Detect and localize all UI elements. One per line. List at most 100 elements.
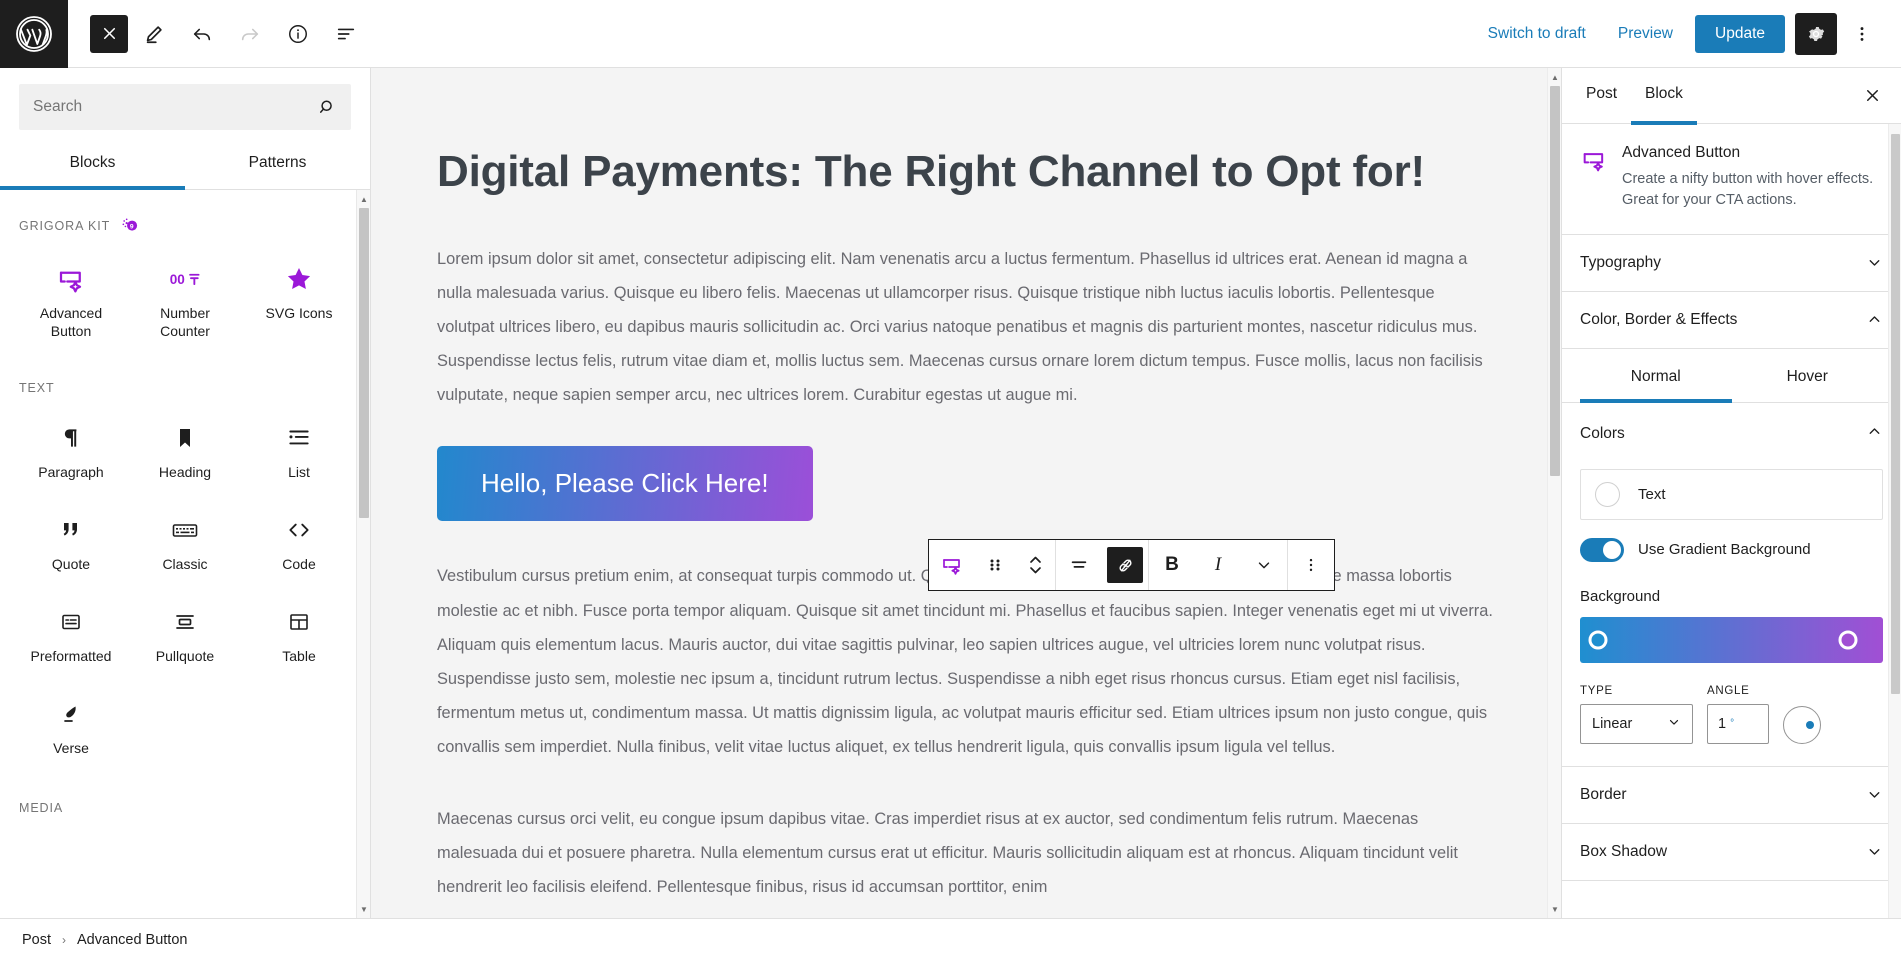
- angle-caption: ANGLE: [1707, 684, 1750, 697]
- close-icon[interactable]: [1853, 77, 1891, 115]
- breadcrumb: Post › Advanced Button: [0, 918, 1901, 960]
- block-label: Paragraph: [38, 463, 104, 480]
- paragraph-block-3[interactable]: Maecenas cursus orci velit, eu congue ip…: [437, 802, 1495, 904]
- scroll-up-arrow-icon[interactable]: ▲: [1548, 70, 1561, 84]
- gradient-stop-start[interactable]: [1588, 630, 1608, 650]
- toolbar-group-options: [1287, 540, 1334, 590]
- search-area: [0, 68, 370, 140]
- link-icon[interactable]: [1107, 547, 1143, 583]
- preview-button[interactable]: Preview: [1604, 17, 1687, 51]
- panel-color-border-effects[interactable]: Color, Border & Effects: [1562, 292, 1901, 349]
- close-inserter-button[interactable]: [90, 14, 128, 53]
- code-brackets-icon: [286, 513, 312, 547]
- sidebar-scroll-thumb[interactable]: [1891, 134, 1900, 694]
- category-header-text: TEXT: [0, 355, 370, 407]
- angle-dial-control[interactable]: [1783, 705, 1821, 744]
- tab-block[interactable]: Block: [1631, 68, 1697, 125]
- chevron-down-icon[interactable]: [1241, 540, 1287, 590]
- search-input[interactable]: [19, 98, 317, 116]
- tab-hover[interactable]: Hover: [1732, 355, 1884, 403]
- breadcrumb-post[interactable]: Post: [22, 932, 51, 948]
- kebab-menu-icon[interactable]: [1841, 13, 1883, 55]
- page-title[interactable]: Digital Payments: The Right Channel to O…: [437, 68, 1495, 204]
- cta-button[interactable]: Hello, Please Click Here!: [437, 446, 813, 522]
- gear-icon[interactable]: [1795, 12, 1837, 55]
- list-icon: [286, 421, 312, 455]
- panel-box-shadow[interactable]: Box Shadow: [1562, 824, 1901, 881]
- block-item-quote[interactable]: Quote: [14, 499, 128, 591]
- toggle-knob: [1603, 540, 1621, 559]
- move-up-down-icon[interactable]: [1015, 540, 1055, 590]
- tab-normal[interactable]: Normal: [1580, 355, 1732, 403]
- sidebar-scrollbar[interactable]: [1888, 124, 1901, 918]
- preformatted-icon: [59, 605, 83, 639]
- use-gradient-background-toggle[interactable]: [1580, 537, 1624, 562]
- block-item-pullquote[interactable]: Pullquote: [128, 591, 242, 683]
- kebab-menu-icon[interactable]: [1288, 540, 1334, 590]
- block-item-list[interactable]: List: [242, 407, 356, 499]
- angle-dial-handle[interactable]: [1806, 720, 1814, 729]
- italic-button[interactable]: I: [1195, 540, 1241, 590]
- scroll-down-arrow-icon[interactable]: ▼: [1548, 902, 1561, 916]
- update-button[interactable]: Update: [1695, 14, 1785, 53]
- block-item-number-counter[interactable]: 00 Number Counter: [128, 248, 242, 355]
- canvas-scrollbar[interactable]: ▲ ▼: [1547, 68, 1561, 918]
- category-label: TEXT: [19, 380, 55, 395]
- type-caption: TYPE: [1580, 684, 1613, 697]
- inserter-scroll-thumb[interactable]: [359, 208, 369, 518]
- search-box[interactable]: [19, 84, 351, 130]
- toolbar-group-align: [1055, 540, 1148, 590]
- block-inserter-panel: Blocks Patterns GRIGORA KIT 9: [0, 68, 371, 918]
- block-item-advanced-button[interactable]: Advanced Button: [14, 248, 128, 355]
- info-circle-icon[interactable]: [276, 12, 320, 56]
- bold-button[interactable]: B: [1149, 540, 1195, 590]
- undo-arrow-icon[interactable]: [180, 12, 224, 56]
- category-header-media: MEDIA: [0, 775, 370, 827]
- tools-pencil-icon[interactable]: [132, 12, 176, 56]
- tab-patterns[interactable]: Patterns: [185, 140, 370, 190]
- list-view-icon[interactable]: [324, 12, 368, 56]
- color-swatch-icon: [1595, 481, 1620, 507]
- drag-handle-icon[interactable]: [975, 540, 1015, 590]
- block-label: SVG Icons: [265, 305, 333, 321]
- block-label: Code: [282, 555, 316, 572]
- block-item-verse[interactable]: Verse: [14, 683, 128, 775]
- canvas-content: Digital Payments: The Right Channel to O…: [371, 68, 1561, 918]
- scroll-up-arrow-icon[interactable]: ▲: [357, 192, 370, 206]
- paragraph-block-1[interactable]: Lorem ipsum dolor sit amet, consectetur …: [437, 242, 1495, 413]
- block-item-code[interactable]: Code: [242, 499, 356, 591]
- align-icon[interactable]: [1056, 540, 1102, 590]
- redo-arrow-icon[interactable]: [228, 12, 272, 56]
- block-item-preformatted[interactable]: Preformatted: [14, 591, 128, 683]
- block-item-classic[interactable]: Classic: [128, 499, 242, 591]
- gradient-angle-input[interactable]: 1 °: [1707, 703, 1769, 744]
- block-item-svg-icons[interactable]: SVG Icons: [242, 248, 356, 355]
- block-item-heading[interactable]: Heading: [128, 407, 242, 499]
- gradient-type-select[interactable]: Linear: [1580, 703, 1693, 744]
- inserter-scrollbar[interactable]: ▲ ▼: [356, 190, 370, 918]
- block-label: Verse: [53, 739, 89, 756]
- block-item-paragraph[interactable]: Paragraph: [14, 407, 128, 499]
- paragraph-pilcrow-icon: [58, 421, 84, 455]
- gradient-stop-end[interactable]: [1838, 630, 1858, 650]
- breadcrumb-advanced-button[interactable]: Advanced Button: [77, 932, 187, 948]
- panel-typography[interactable]: Typography: [1562, 235, 1901, 292]
- panel-label: Color, Border & Effects: [1580, 310, 1738, 328]
- tab-post[interactable]: Post: [1572, 68, 1631, 125]
- sidebar-tabs: Post Block: [1562, 68, 1901, 125]
- inserter-scroll-region: GRIGORA KIT 9 Advanced Button 00 Number …: [0, 190, 370, 918]
- gradient-type-group: TYPE Linear: [1580, 685, 1693, 744]
- canvas-scroll-thumb[interactable]: [1550, 86, 1560, 476]
- gradient-slider[interactable]: [1580, 616, 1883, 663]
- tab-blocks[interactable]: Blocks: [0, 140, 185, 190]
- star-icon: [285, 262, 313, 296]
- wordpress-logo-icon[interactable]: [0, 0, 68, 68]
- table-icon: [287, 605, 311, 639]
- colors-section-header[interactable]: Colors: [1580, 403, 1883, 455]
- switch-to-draft-button[interactable]: Switch to draft: [1474, 17, 1600, 51]
- text-color-swatch-row[interactable]: Text: [1580, 468, 1883, 520]
- panel-border[interactable]: Border: [1562, 765, 1901, 824]
- advanced-button-icon[interactable]: [929, 540, 975, 590]
- block-item-table[interactable]: Table: [242, 591, 356, 683]
- scroll-down-arrow-icon[interactable]: ▼: [357, 902, 370, 916]
